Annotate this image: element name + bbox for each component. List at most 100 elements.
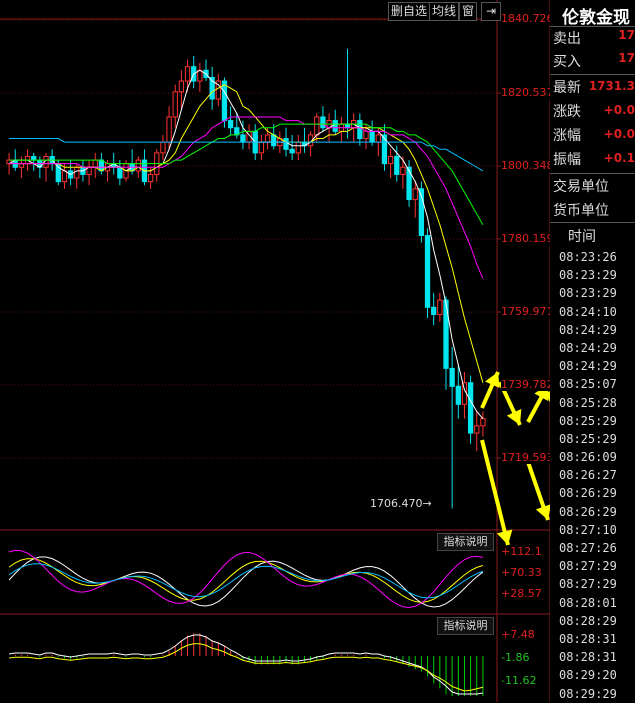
indicator1-panel <box>8 549 484 609</box>
candle-body <box>92 159 98 168</box>
tick-time: 08:24:29 <box>559 322 617 337</box>
price-axis-label: 1719.593 <box>501 451 554 464</box>
ma-line-ma5 <box>8 69 484 419</box>
candle-body <box>55 163 61 183</box>
change-label: 涨跌 <box>553 104 581 120</box>
delete-watch-button[interactable]: 删自选 <box>388 2 431 21</box>
pct-value: +0.0 <box>603 127 635 141</box>
indicator2-help-button[interactable]: 指标说明 <box>437 617 494 635</box>
candle-body <box>98 159 105 172</box>
candle-body <box>400 166 406 175</box>
candle-body <box>31 155 37 161</box>
candle-body <box>467 382 474 434</box>
ind1-label: +70.33 <box>501 566 542 579</box>
tick-time: 08:28:31 <box>559 650 617 665</box>
candle-body <box>178 80 185 93</box>
ind1-label: +28.57 <box>501 587 542 600</box>
indicator1-help-button[interactable]: 指标说明 <box>437 533 494 551</box>
indicator2-panel <box>8 633 484 696</box>
tick-time: 08:29:20 <box>559 668 617 683</box>
candle-body <box>394 155 400 175</box>
candle-body <box>387 155 394 165</box>
tick-time: 08:23:29 <box>559 286 617 301</box>
tick-time: 08:26:27 <box>559 468 617 483</box>
candles-layer <box>6 48 486 509</box>
tick-time: 08:24:29 <box>559 340 617 355</box>
ind1-line-m <box>8 563 484 599</box>
ind2-label: -11.62 <box>501 674 537 687</box>
tick-time: 08:26:29 <box>559 504 617 519</box>
buy-row: 买入 17 <box>553 51 635 74</box>
ind1-line-j <box>8 549 484 609</box>
latest-row: 最新 1731.3 <box>553 77 635 100</box>
tick-time: 08:28:01 <box>559 595 617 610</box>
candle-body <box>61 170 68 183</box>
candle-body <box>437 299 443 316</box>
tick-time: 08:23:29 <box>559 268 617 283</box>
pct-label: 涨幅 <box>553 128 581 144</box>
moving-average-lines <box>8 69 484 419</box>
candle-body <box>449 367 455 387</box>
candle-body <box>74 166 80 179</box>
candle-body <box>344 123 351 129</box>
price-axis-label: 1840.726 <box>501 12 554 25</box>
tick-time: 08:26:09 <box>559 450 617 465</box>
currency-row: 货币单位 <box>553 200 635 223</box>
amp-value: +0.1 <box>603 151 635 165</box>
candle-body <box>264 134 271 143</box>
macd-dif-line <box>8 634 484 695</box>
macd-dea-line <box>9 643 484 692</box>
candle-body <box>258 141 265 154</box>
tick-time: 08:27:29 <box>559 559 617 574</box>
tick-time: 08:25:28 <box>559 395 617 410</box>
sell-value: 17 <box>618 28 635 42</box>
candle-body <box>455 385 461 405</box>
tick-time: 08:28:29 <box>559 613 617 628</box>
change-row: 涨跌 +0.0 <box>553 101 635 124</box>
candle-body <box>320 116 326 129</box>
candle-body <box>271 134 277 147</box>
price-axis-label: 1759.971 <box>501 305 554 318</box>
window-button[interactable]: 窗 <box>459 2 478 21</box>
tick-time: 08:28:31 <box>559 631 617 646</box>
candle-body <box>147 173 154 183</box>
candle-body <box>227 120 234 129</box>
latest-label: 最新 <box>553 80 581 96</box>
latest-value: 1731.3 <box>588 79 635 93</box>
time-header: 时间 <box>568 229 596 245</box>
trade-unit-label: 交易单位 <box>553 179 609 195</box>
chart-grid <box>0 0 551 702</box>
amp-row: 振幅 +0.1 <box>553 149 635 172</box>
candle-body <box>184 66 191 82</box>
tick-time: 08:25:29 <box>559 431 617 446</box>
ind2-label: -1.86 <box>501 651 530 664</box>
candle-body <box>332 120 338 132</box>
buy-label: 买入 <box>553 54 581 70</box>
candle-body <box>357 120 363 140</box>
tick-time: 08:27:10 <box>559 522 617 537</box>
ind1-label: +112.1 <box>501 545 542 558</box>
tick-time: 08:27:29 <box>559 577 617 592</box>
candle-body <box>160 141 166 154</box>
tick-time: 08:24:29 <box>559 359 617 374</box>
ma-line-ma20 <box>9 116 484 279</box>
exit-icon[interactable]: ⇥ <box>481 2 501 21</box>
candle-body <box>431 306 437 316</box>
ma-line-button[interactable]: 均线 <box>429 2 460 21</box>
price-axis-label: 1820.537 <box>501 86 554 99</box>
tick-time: 08:23:26 <box>559 250 617 264</box>
candle-body <box>166 116 172 143</box>
candle-body <box>363 130 369 140</box>
tick-time: 08:24:10 <box>559 304 617 319</box>
sell-label: 卖出 <box>553 31 581 47</box>
candle-body <box>412 188 418 201</box>
change-value: +0.0 <box>603 103 635 117</box>
candle-body <box>289 148 295 154</box>
tick-time: 08:29:29 <box>559 686 617 701</box>
candle-body <box>474 425 480 434</box>
price-axis-label: 1739.782 <box>501 378 554 391</box>
amp-label: 振幅 <box>553 152 581 168</box>
candle-body <box>295 141 301 154</box>
currency-label: 货币单位 <box>553 203 609 219</box>
instrument-name: 伦敦金现 <box>562 8 630 28</box>
